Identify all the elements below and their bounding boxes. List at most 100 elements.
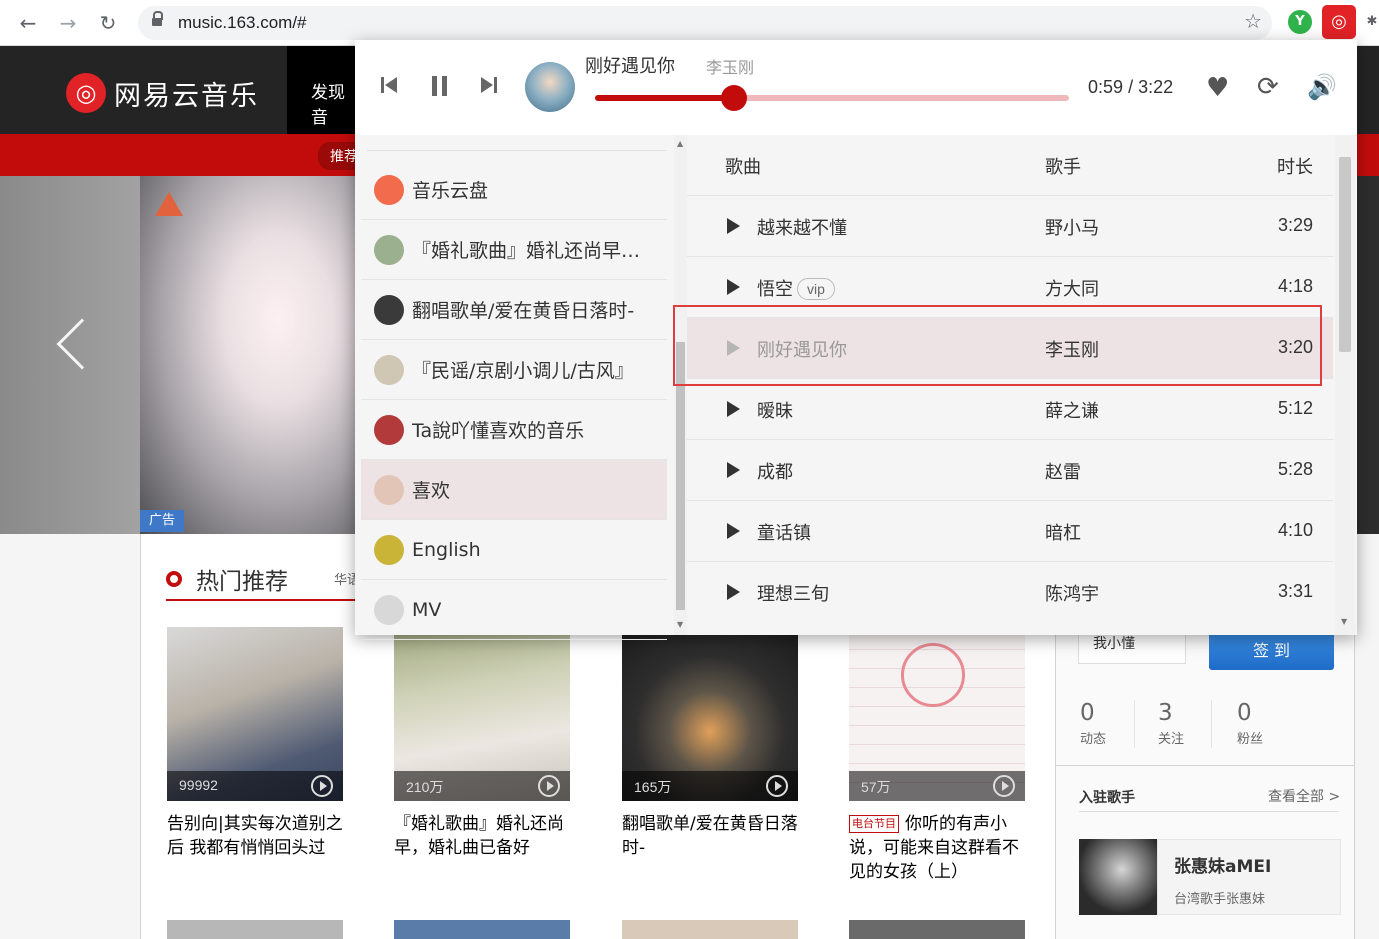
cover-info-bar: 99992: [167, 771, 343, 801]
playlist-item[interactable]: 『民谣/京剧小调儿/古风』: [361, 340, 667, 400]
forward-arrow-icon[interactable]: →: [54, 9, 82, 37]
singer-avatar[interactable]: [1079, 839, 1157, 915]
song-table-header: 歌曲 歌手 时长: [687, 135, 1337, 195]
radio-cover[interactable]: 57万: [849, 627, 1025, 801]
back-arrow-icon[interactable]: ←: [14, 9, 42, 37]
song-scroll-thumb[interactable]: [1339, 157, 1351, 352]
playlist-item[interactable]: 『婚礼歌曲』婚礼还尚早，婚礼曲已备好: [361, 220, 667, 280]
play-circle-icon[interactable]: [993, 775, 1015, 797]
scroll-up-arrow-icon[interactable]: ▲: [677, 139, 683, 148]
song-name-cell: 成都: [757, 458, 793, 484]
player-control-bar: 刚好遇见你 李玉刚 0:59 / 3:22 ♥ ⟳ 🔊: [355, 40, 1357, 135]
progress-slider[interactable]: [595, 85, 1069, 111]
playlist-title[interactable]: 翻唱歌单/爱在黄昏日落时-: [622, 812, 798, 860]
singer-card[interactable]: 张惠妹aMEI 台湾歌手张惠妹: [1157, 839, 1341, 915]
playlist-column: 音乐云盘『婚礼歌曲』婚礼还尚早，婚礼曲已备好翻唱歌单/爱在黄昏日落时- 『民谣/京…: [355, 135, 687, 640]
playlist-cover-icon: [374, 594, 404, 625]
address-bar[interactable]: music.163.com/# ☆: [138, 6, 1272, 40]
playlist-cover[interactable]: 165万: [622, 627, 798, 801]
song-artist[interactable]: 赵雷: [1045, 458, 1081, 484]
sign-in-button[interactable]: 签 到: [1209, 632, 1334, 670]
playlist-item[interactable]: 音乐云盘: [361, 160, 667, 220]
progress-thumb[interactable]: [720, 85, 747, 111]
play-triangle-icon[interactable]: [727, 462, 740, 478]
rose-illustration: [901, 643, 965, 707]
song-row[interactable]: 理想三旬 陈鸿宇 3:31: [687, 561, 1333, 622]
song-row[interactable]: 成都 赵雷 5:28: [687, 439, 1333, 500]
playlist-cover-icon: [374, 414, 404, 445]
play-triangle-icon[interactable]: [727, 523, 740, 539]
play-circle-icon[interactable]: [311, 775, 333, 797]
vip-badge: vip: [797, 278, 835, 300]
next-row-cover[interactable]: [394, 920, 570, 939]
extension-y-icon[interactable]: Y: [1288, 10, 1312, 34]
stat-number: 0: [1237, 700, 1252, 726]
playlist-item[interactable]: 翻唱歌单/爱在黄昏日落时-: [361, 280, 667, 340]
bookmark-star-icon[interactable]: ☆: [1244, 9, 1262, 33]
scroll-down-arrow-icon[interactable]: ▼: [677, 620, 683, 629]
playlist-cover-icon: [374, 474, 404, 505]
play-triangle-icon[interactable]: [727, 584, 740, 600]
view-all-link[interactable]: 查看全部 >: [1268, 786, 1340, 806]
next-track-icon[interactable]: [481, 76, 499, 94]
heart-icon[interactable]: ♥: [1206, 75, 1229, 101]
logo-text: 网易云音乐: [114, 80, 259, 112]
song-artist[interactable]: 陈鸿宇: [1045, 580, 1099, 606]
playlist-cover[interactable]: 210万: [394, 627, 570, 801]
playlist-item-label: 音乐云盘: [412, 180, 489, 202]
reload-icon[interactable]: ↻: [94, 9, 122, 37]
play-count: 210万: [406, 779, 444, 795]
playlist-cover-icon: [374, 234, 404, 265]
playlist-title[interactable]: 告别向|其实每次道别之后 我都有悄悄回头过: [167, 812, 343, 860]
play-count: 99992: [179, 777, 218, 793]
playlist-item[interactable]: 喜欢: [361, 460, 667, 520]
song-duration: 4:10: [1277, 520, 1313, 540]
song-duration: 3:31: [1277, 581, 1313, 601]
song-artist[interactable]: 薛之谦: [1045, 397, 1099, 423]
song-name: 理想三旬: [757, 584, 829, 605]
stat-divider: [1134, 700, 1135, 748]
play-triangle-icon[interactable]: [727, 218, 740, 234]
radio-title[interactable]: 电台节目 你听的有声小说，可能来自这群看不见的女孩（上）: [849, 812, 1025, 884]
stat-followers[interactable]: 0 粉丝: [1237, 700, 1307, 747]
playlist-cover[interactable]: 99992: [167, 627, 343, 801]
playlist-item[interactable]: MV: [361, 580, 667, 640]
col-artist: 歌手: [1045, 157, 1081, 178]
song-row[interactable]: 童话镇 暗杠 4:10: [687, 500, 1333, 561]
ad-badge: 广告: [140, 510, 184, 532]
pause-icon[interactable]: [430, 76, 450, 96]
next-row-cover[interactable]: [622, 920, 798, 939]
netease-extension-icon[interactable]: ◎: [1322, 5, 1356, 39]
loop-icon[interactable]: ⟳: [1257, 74, 1279, 100]
stat-following[interactable]: 3 关注: [1158, 700, 1228, 747]
stat-activity[interactable]: 0 动态: [1080, 700, 1150, 747]
scroll-down-arrow-icon[interactable]: ▼: [1341, 617, 1347, 626]
playlist-title[interactable]: 『婚礼歌曲』婚礼还尚早，婚礼曲已备好: [394, 812, 570, 860]
play-circle-icon[interactable]: [766, 775, 788, 797]
next-row-cover[interactable]: [167, 920, 343, 939]
previous-track-icon[interactable]: [381, 76, 399, 94]
volume-icon[interactable]: 🔊: [1307, 74, 1337, 100]
play-triangle-icon[interactable]: [727, 401, 740, 417]
song-artist[interactable]: 野小马: [1045, 214, 1099, 240]
song-row[interactable]: 越来越不懂 野小马 3:29: [687, 195, 1333, 256]
stat-label: 关注: [1158, 732, 1185, 747]
play-triangle-icon[interactable]: [727, 279, 740, 295]
song-row[interactable]: 暧昧 薛之谦 5:12: [687, 378, 1333, 439]
play-circle-icon[interactable]: [538, 775, 560, 797]
play-count: 57万: [861, 779, 891, 795]
hot-recommend-title: 热门推荐: [196, 569, 288, 595]
playlist-item[interactable]: English: [361, 520, 667, 580]
nav-discover-music[interactable]: 发现音: [287, 46, 357, 134]
song-artist[interactable]: 暗杠: [1045, 519, 1081, 545]
site-logo[interactable]: ◎ 网易云音乐: [66, 73, 259, 113]
banner-image[interactable]: [140, 176, 370, 534]
next-row-cover[interactable]: [849, 920, 1025, 939]
song-artist[interactable]: 方大同: [1045, 275, 1099, 301]
extensions-puzzle-icon[interactable]: ✱: [1365, 10, 1379, 34]
playback-time: 0:59 / 3:22: [1088, 77, 1173, 98]
song-scrollbar[interactable]: ▼: [1335, 135, 1355, 635]
playlist-item-label: 『民谣/京剧小调儿/古风』: [412, 360, 634, 382]
playlist-item[interactable]: Ta說吖懂喜欢的音乐: [361, 400, 667, 460]
now-playing-artist[interactable]: 李玉刚: [706, 54, 754, 78]
